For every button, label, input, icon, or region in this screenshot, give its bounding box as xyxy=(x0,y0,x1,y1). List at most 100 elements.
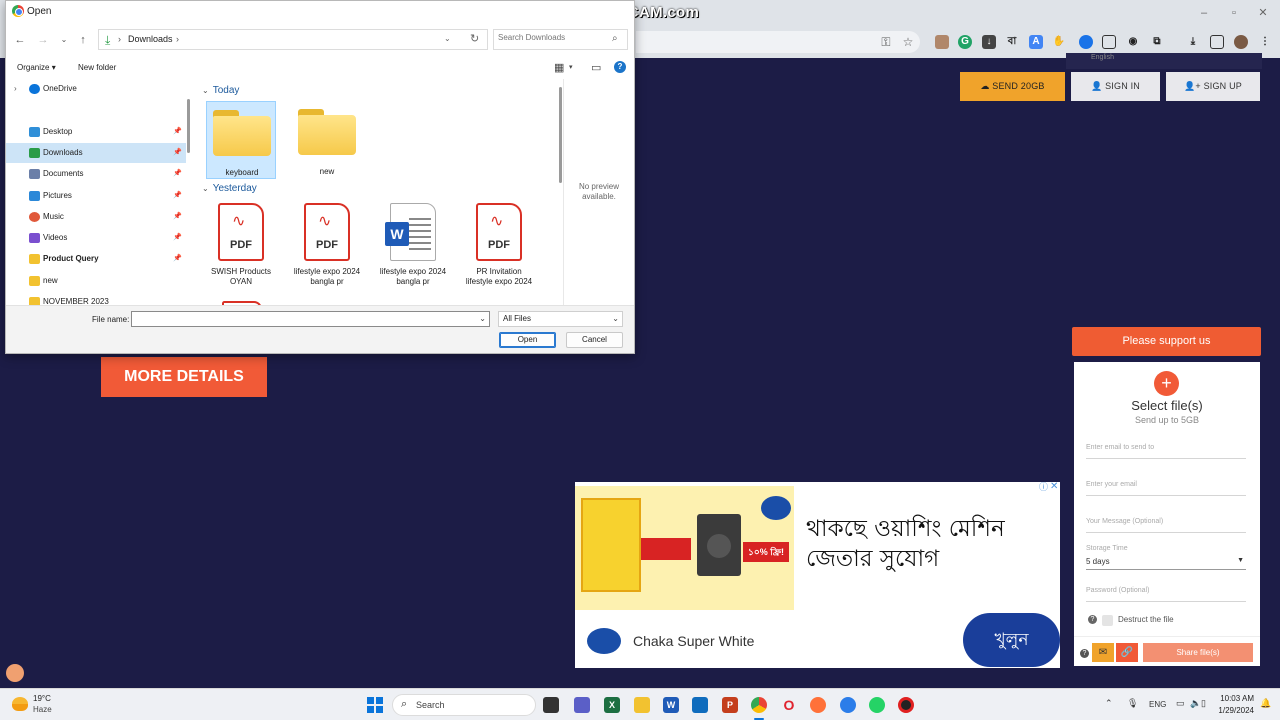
your-email-field[interactable]: Enter your email xyxy=(1086,481,1246,496)
store-icon[interactable] xyxy=(692,697,708,713)
nav-item-music[interactable]: Music 📌 xyxy=(6,207,186,227)
cancel-button[interactable]: Cancel xyxy=(566,332,623,348)
advertisement[interactable]: ১০% ফ্রি! থাকছে ওয়াশিং মেশিন জেতার সুযো… xyxy=(575,482,1060,668)
add-file-icon[interactable]: + xyxy=(1154,371,1179,396)
recent-locations-icon[interactable]: ⌄ xyxy=(56,32,72,48)
breadcrumb-chevron-icon[interactable]: › xyxy=(118,34,121,44)
download-ext-icon[interactable]: ↓ xyxy=(982,35,996,49)
extension-icon[interactable] xyxy=(935,35,949,49)
network-icon[interactable]: ▭ xyxy=(1176,698,1185,709)
file-tile-new[interactable]: new xyxy=(292,101,362,179)
dialog-address-bar[interactable]: ⤓ › Downloads › ⌄ ↻ xyxy=(98,29,488,50)
menu-icon[interactable]: ⋮ xyxy=(1258,35,1272,49)
key-icon[interactable]: ⚿ xyxy=(879,35,893,49)
firefox-icon[interactable] xyxy=(810,697,826,713)
send-20gb-button[interactable]: ☁ SEND 20GB xyxy=(960,72,1065,101)
dialog-search-box[interactable]: ⌕ xyxy=(493,29,628,50)
open-button[interactable]: Open xyxy=(499,332,556,348)
bookmark-star-icon[interactable]: ☆ xyxy=(901,35,915,49)
link-mode-button[interactable]: 🔗 xyxy=(1116,643,1138,662)
powerpoint-icon[interactable]: P xyxy=(722,697,738,713)
file-tile-keyboard[interactable]: keyboard xyxy=(206,101,276,179)
nav-item-pictures[interactable]: Pictures 📌 xyxy=(6,186,186,206)
whatsapp-icon[interactable] xyxy=(869,697,885,713)
language-indicator[interactable]: ENG xyxy=(1149,700,1166,709)
dialog-title-bar[interactable]: Open xyxy=(6,1,634,23)
ad-open-button[interactable]: খুলুন xyxy=(963,613,1060,667)
grammarly-icon[interactable]: G xyxy=(958,35,972,49)
file-name-input[interactable] xyxy=(135,314,475,323)
nav-item-desktop[interactable]: Desktop 📌 xyxy=(6,122,186,142)
clock-time[interactable]: 10:03 AM xyxy=(1214,694,1254,703)
email-mode-button[interactable]: ✉ xyxy=(1092,643,1114,662)
teams-icon[interactable] xyxy=(574,697,590,713)
group-header-yesterday[interactable]: ⌄ Yesterday xyxy=(202,183,257,194)
address-dropdown-icon[interactable]: ⌄ xyxy=(444,34,451,43)
view-dropdown-icon[interactable]: ▾ xyxy=(569,63,573,71)
battery-icon[interactable]: ▯ xyxy=(1201,698,1206,709)
breadcrumb-downloads[interactable]: Downloads xyxy=(128,34,173,44)
weather-icon[interactable] xyxy=(12,697,28,711)
preview-pane-icon[interactable]: ▭ xyxy=(591,61,601,74)
nav-item-downloads[interactable]: Downloads 📌 xyxy=(6,143,186,163)
destruct-checkbox[interactable] xyxy=(1102,615,1113,626)
notifications-icon[interactable]: 🔔 xyxy=(1260,698,1271,709)
dialog-search-input[interactable] xyxy=(498,33,608,42)
back-arrow-icon[interactable]: ← xyxy=(12,32,28,48)
email-to-field[interactable]: Enter email to send to xyxy=(1086,444,1246,459)
search-icon[interactable]: ⌕ xyxy=(612,33,618,44)
ad-info-icon[interactable]: ⓘ xyxy=(1039,482,1049,492)
file-tile-lifestyle-expo-pdf[interactable]: ∿ PDF lifestyle expo 2024 bangla pr xyxy=(292,201,362,297)
word-icon[interactable]: W xyxy=(663,697,679,713)
media-icon[interactable] xyxy=(1102,35,1116,49)
camera-icon[interactable]: ◉ xyxy=(1126,35,1140,49)
downloads-icon[interactable]: ⤓ xyxy=(1186,35,1200,49)
forward-arrow-icon[interactable]: → xyxy=(35,32,51,48)
organize-menu[interactable]: Organize ▾ xyxy=(17,63,56,72)
bangla-ext-icon[interactable]: বা xyxy=(1005,35,1019,49)
nav-item-november-2023[interactable]: NOVEMBER 2023 xyxy=(6,292,186,306)
show-hidden-icons[interactable]: ⌃ xyxy=(1105,698,1113,709)
side-panel-icon[interactable] xyxy=(1210,35,1224,49)
support-button[interactable]: Please support us xyxy=(1072,327,1261,356)
excel-icon[interactable]: X xyxy=(604,697,620,713)
cookie-icon[interactable] xyxy=(6,664,24,682)
file-tile-pr-invitation[interactable]: ∿ PDF PR Invitation lifestyle expo 2024 xyxy=(464,201,534,297)
file-list-scrollbar[interactable] xyxy=(559,87,562,183)
file-tile-swish-products[interactable]: ∿ PDF SWISH Products OYAN xyxy=(206,201,276,297)
address-bar[interactable] xyxy=(636,31,920,53)
view-options-icon[interactable]: ▦ xyxy=(554,61,564,74)
language-strip[interactable]: English xyxy=(1066,53,1262,69)
microphone-icon[interactable]: 🎙 xyxy=(1127,698,1138,709)
storage-time-select[interactable]: 5 days ▼ xyxy=(1086,557,1246,570)
ext-icon-6[interactable]: ✋ xyxy=(1052,35,1066,49)
sign-up-button[interactable]: 👤+ SIGN UP xyxy=(1166,72,1260,101)
weather-temperature[interactable]: 19°C xyxy=(33,694,51,703)
more-details-button[interactable]: MORE DETAILS xyxy=(101,357,267,397)
app-icon[interactable] xyxy=(840,697,856,713)
ad-close-icon[interactable]: ✕ xyxy=(1050,482,1060,492)
nav-item-new[interactable]: new xyxy=(6,271,186,291)
translate-icon[interactable]: A xyxy=(1029,35,1043,49)
help-icon[interactable]: ? xyxy=(1080,649,1089,658)
select-files-title[interactable]: Select file(s) xyxy=(1074,398,1260,413)
clock-date[interactable]: 1/29/2024 xyxy=(1208,706,1254,715)
file-explorer-icon[interactable] xyxy=(634,697,650,713)
up-arrow-icon[interactable]: ↑ xyxy=(75,32,91,48)
message-field[interactable]: Your Message (Optional) xyxy=(1086,518,1246,533)
password-field[interactable]: Password (Optional) xyxy=(1086,587,1246,602)
file-name-field[interactable]: ⌄ xyxy=(131,311,490,327)
nav-item-videos[interactable]: Videos 📌 xyxy=(6,228,186,248)
nav-item-product-query[interactable]: Product Query 📌 xyxy=(6,249,186,269)
profile-avatar[interactable] xyxy=(1234,35,1248,49)
taskbar-search[interactable]: ⌕ Search xyxy=(392,694,536,716)
volume-icon[interactable]: 🔈 xyxy=(1190,698,1201,709)
group-header-today[interactable]: ⌄ Today xyxy=(202,85,239,96)
help-icon[interactable]: ? xyxy=(614,61,626,73)
opera-icon[interactable]: O xyxy=(781,697,797,713)
chrome-icon[interactable] xyxy=(751,697,767,713)
chevron-down-icon[interactable]: ⌄ xyxy=(479,314,486,323)
file-type-select[interactable]: All Files ⌄ xyxy=(498,311,623,327)
sign-in-button[interactable]: 👤 SIGN IN xyxy=(1071,72,1160,101)
expand-chevron-icon[interactable]: › xyxy=(14,79,17,99)
